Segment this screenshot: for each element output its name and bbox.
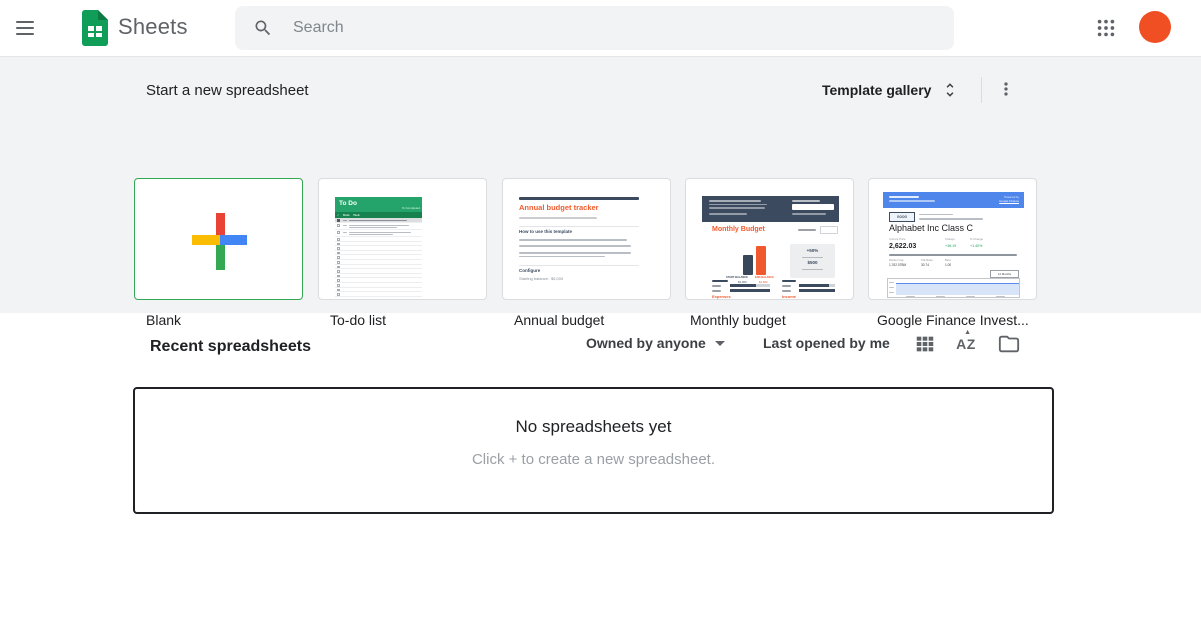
template-section: Start a new spreadsheet Template gallery xyxy=(0,57,1201,313)
todo-row xyxy=(335,292,422,297)
monthly-thumb-pct: +50% xyxy=(790,249,835,254)
top-app-bar: Sheets xyxy=(0,0,1201,57)
monthly-thumb-start-value: $1,000 xyxy=(738,281,747,284)
vertical-divider xyxy=(981,77,982,103)
finance-thumb-pct-change-label: % Change xyxy=(970,238,983,241)
finance-thumb-ticker: GOOG xyxy=(889,212,915,222)
sort-order-button[interactable]: Last opened by me xyxy=(757,334,896,352)
finance-thumb-pe-label: P/E Ratio xyxy=(921,259,933,262)
finance-thumb-marketcap-label: Market Cap xyxy=(889,259,903,262)
empty-state-subtitle: Click + to create a new spreadsheet. xyxy=(135,451,1052,468)
folder-icon xyxy=(998,333,1020,355)
template-label-finance: Google Finance Invest... xyxy=(877,312,1029,328)
sort-az-button[interactable]: AZ▲ xyxy=(953,331,979,357)
sort-order-label: Last opened by me xyxy=(763,335,890,351)
finance-thumb-pct-change: +1.40% xyxy=(970,245,982,249)
annual-thumb-starting-label: Starting balance: xyxy=(519,277,549,281)
todo-thumb-rows xyxy=(335,218,422,297)
section-more-menu-button[interactable] xyxy=(992,76,1020,104)
annual-thumb-title: Annual budget tracker xyxy=(519,204,599,212)
search-input[interactable] xyxy=(235,6,954,50)
sheets-logo-icon[interactable] xyxy=(82,10,108,51)
empty-state-box: No spreadsheets yet Click + to create a … xyxy=(133,387,1054,514)
finance-thumb-beta: 1.00 xyxy=(945,264,951,267)
finance-thumb-provider: Google Finance xyxy=(999,200,1019,203)
finance-thumb-pe: 30.74 xyxy=(921,264,929,267)
finance-thumb-title: Alphabet Inc Class C xyxy=(889,224,973,233)
recent-section-title: Recent spreadsheets xyxy=(150,338,311,356)
template-gallery-control: Template gallery xyxy=(822,76,1020,104)
sheets-home-page: Sheets Start a new spreadsheet Template … xyxy=(0,0,1201,639)
unfold-more-icon xyxy=(941,81,959,99)
kebab-menu-icon xyxy=(996,79,1016,99)
owner-filter-dropdown[interactable]: Owned by anyone xyxy=(580,334,731,352)
template-card-todo-list[interactable]: To Do % Completed ✓ Date Task xyxy=(318,178,487,300)
finance-thumb-beta-label: Beta xyxy=(945,259,951,262)
template-card-annual-budget[interactable]: Annual budget tracker How to use this te… xyxy=(502,178,671,300)
monthly-thumb-title: Monthly Budget xyxy=(712,226,765,233)
todo-thumb-title: To Do xyxy=(339,201,357,208)
sort-az-icon: AZ▲ xyxy=(956,336,976,352)
grid-view-button[interactable] xyxy=(912,331,938,357)
template-card-monthly-budget[interactable]: Monthly Budget START BALANCE END BALANCE… xyxy=(685,178,854,300)
finance-thumb-marketcap: 1,762.07BM xyxy=(889,264,906,267)
todo-row xyxy=(335,230,422,237)
todo-thumb-date-col: Date xyxy=(343,214,350,217)
app-name: Sheets xyxy=(118,14,188,40)
finance-thumb-price-label: Current Price xyxy=(889,238,905,241)
template-label-annual: Annual budget xyxy=(514,312,604,328)
monthly-thumb-end-value: $1,500 xyxy=(759,281,768,284)
owner-filter-label: Owned by anyone xyxy=(586,335,706,351)
template-label-blank: Blank xyxy=(146,312,181,328)
annual-thumb-configure: Configure xyxy=(519,269,540,274)
todo-row xyxy=(335,223,422,230)
todo-thumb-completed: % Completed xyxy=(402,207,420,210)
finance-thumb-price: 2,622.03 xyxy=(889,243,916,250)
open-file-picker-button[interactable] xyxy=(996,331,1022,357)
apps-grid-button[interactable] xyxy=(1093,16,1119,42)
todo-thumb-task-col: Task xyxy=(353,214,360,217)
empty-state-title: No spreadsheets yet xyxy=(135,417,1052,437)
annual-thumb-starting-amount: $5,000 xyxy=(551,277,563,281)
finance-thumb-range-button: 12 Months xyxy=(990,270,1019,278)
template-section-title: Start a new spreadsheet xyxy=(146,82,309,99)
template-card-blank[interactable] xyxy=(134,178,303,300)
search-bar[interactable] xyxy=(235,6,954,50)
monthly-thumb-summary-panel: +50% $500 xyxy=(790,244,835,278)
finance-thumb-change: +36.19 xyxy=(945,245,956,249)
template-gallery-button[interactable]: Template gallery xyxy=(822,81,959,99)
template-label-todo: To-do list xyxy=(330,312,386,328)
finance-thumb-chart xyxy=(887,278,1020,298)
account-avatar[interactable] xyxy=(1139,11,1171,43)
template-card-google-finance[interactable]: Powered by Google Finance GOOG Alphabet … xyxy=(868,178,1037,300)
monthly-thumb-amount: $500 xyxy=(790,261,835,266)
monthly-thumb-header xyxy=(702,196,839,222)
apps-grid-icon xyxy=(1095,17,1117,39)
monthly-thumb-income: Income xyxy=(782,294,839,300)
annual-thumb-howto: How to use this template xyxy=(519,230,572,235)
finance-thumb-header: Powered by Google Finance xyxy=(883,192,1024,208)
template-label-monthly: Monthly budget xyxy=(690,312,786,328)
dropdown-arrow-icon xyxy=(715,341,725,346)
main-menu-button[interactable] xyxy=(16,15,44,41)
finance-thumb-powered-by: Powered by xyxy=(1004,196,1019,199)
finance-thumb-change-label: Change xyxy=(945,238,955,241)
monthly-thumb-expenses: Expenses xyxy=(712,294,770,300)
hamburger-icon xyxy=(16,21,44,35)
grid-view-icon xyxy=(914,333,936,355)
todo-thumb-header: To Do % Completed xyxy=(335,197,422,212)
template-gallery-label: Template gallery xyxy=(822,82,931,98)
